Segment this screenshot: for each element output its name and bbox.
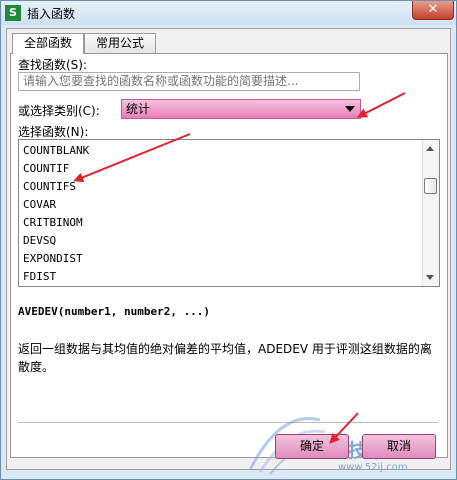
function-description: 返回一组数据与其均值的绝对偏差的平均值，ADEDEV 用于评测这组数据的离散度。: [18, 342, 432, 374]
title-bar: S 插入函数 ✕: [1, 1, 456, 25]
list-scrollbar[interactable]: [422, 140, 439, 286]
tab-common-formulas[interactable]: 常用公式: [84, 33, 156, 53]
dialog-title: 插入函数: [27, 7, 76, 21]
wps-spreadsheet-icon: S: [5, 5, 21, 21]
list-item[interactable]: CRITBINOM: [23, 214, 83, 232]
function-listbox[interactable]: COUNTBLANK COUNTIF COUNTIFS COVAR CRITBI…: [18, 139, 440, 287]
category-value: 统计: [126, 102, 151, 116]
list-item[interactable]: COUNTBLANK: [23, 142, 89, 160]
scroll-down-icon[interactable]: [426, 275, 434, 280]
category-label: 或选择类别(C):: [18, 104, 100, 118]
category-select[interactable]: 统计: [121, 99, 361, 119]
list-item[interactable]: COUNTIF: [23, 160, 69, 178]
function-list-label: 选择函数(N):: [18, 125, 89, 139]
scroll-up-icon[interactable]: [426, 146, 434, 151]
list-item[interactable]: DEVSQ: [23, 232, 56, 250]
function-signature: AVEDEV(number1, number2, ...): [18, 305, 211, 318]
search-label: 查找函数(S):: [18, 58, 88, 72]
list-item[interactable]: COUNTIFS: [23, 178, 76, 196]
cancel-button[interactable]: 取消: [362, 434, 436, 459]
close-button[interactable]: ✕: [412, 1, 454, 20]
list-item[interactable]: FDIST: [23, 268, 56, 286]
list-item[interactable]: COVAR: [23, 196, 56, 214]
tab-all-functions[interactable]: 全部函数: [12, 33, 84, 54]
chevron-down-icon: [345, 106, 355, 112]
watermark-url: www.52ij.com: [338, 462, 408, 473]
list-item[interactable]: EXPONDIST: [23, 250, 83, 268]
scrollbar-thumb[interactable]: [424, 178, 437, 194]
search-input[interactable]: [18, 72, 360, 91]
